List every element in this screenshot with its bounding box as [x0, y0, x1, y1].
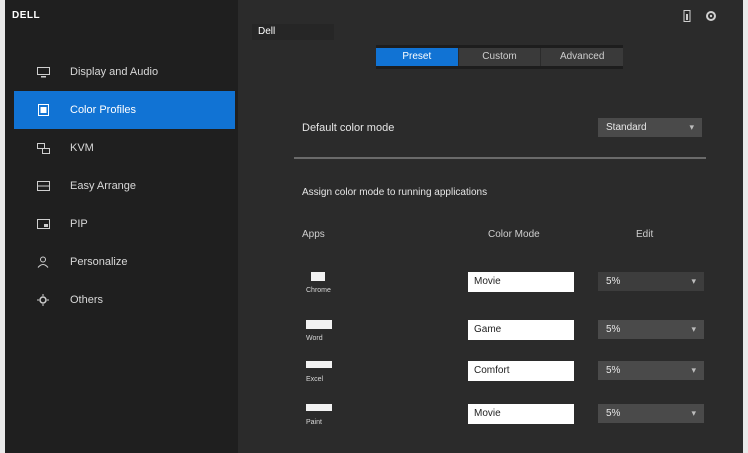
settings-icon[interactable] [705, 10, 717, 25]
edit-select[interactable]: 5% ▾ [598, 404, 704, 423]
sidebar: DELL Display and Audio Color Profiles KV… [5, 0, 238, 453]
edit-value: 5% [606, 408, 621, 419]
palette-icon [36, 103, 50, 117]
info-icon[interactable] [683, 10, 691, 25]
app-logo: DELL [12, 10, 41, 21]
table-row: Paint 5% ▾ [302, 402, 712, 432]
sidebar-item-label: Color Profiles [70, 104, 137, 116]
color-mode-field[interactable] [468, 320, 574, 340]
chevron-down-icon: ▾ [689, 122, 694, 132]
chevron-down-icon: ▾ [691, 276, 696, 286]
sidebar-item-label: KVM [70, 142, 94, 154]
display-icon [36, 65, 50, 79]
table-row: Word 5% ▾ [302, 318, 712, 348]
sidebar-item-label: Personalize [70, 256, 128, 268]
sidebar-item-easy-arrange[interactable]: Easy Arrange [14, 167, 235, 205]
column-header-edit: Edit [636, 229, 654, 240]
sidebar-item-kvm[interactable]: KVM [14, 129, 235, 167]
pip-icon [36, 217, 50, 231]
color-mode-field[interactable] [468, 404, 574, 424]
app-thumbnail: Chrome [302, 270, 338, 300]
edit-value: 5% [606, 324, 621, 335]
gear-icon [36, 293, 50, 307]
header-icons [683, 10, 717, 25]
sidebar-item-others[interactable]: Others [14, 281, 235, 319]
app-name: Word [306, 335, 323, 342]
table-row: Chrome 5% ▾ [302, 270, 712, 300]
app-thumbnail: Word [302, 318, 338, 348]
tab-custom[interactable]: Custom [457, 48, 541, 66]
chevron-down-icon: ▾ [691, 408, 696, 418]
sidebar-nav: Display and Audio Color Profiles KVM Eas… [14, 53, 235, 319]
app-section-title: Assign color mode to running application… [302, 187, 488, 198]
edit-select[interactable]: 5% ▾ [598, 272, 704, 291]
edit-value: 5% [606, 365, 621, 376]
app-thumbnail: Excel [302, 359, 338, 389]
app-name: Paint [306, 419, 322, 426]
sidebar-item-label: Display and Audio [70, 66, 159, 78]
chevron-down-icon: ▾ [691, 324, 696, 334]
app-name: Excel [306, 376, 324, 383]
column-header-apps: Apps [302, 229, 325, 240]
default-color-mode-label: Default color mode [302, 122, 395, 134]
tab-preset[interactable]: Preset [376, 48, 458, 66]
layout-icon [36, 179, 50, 193]
sidebar-item-color-profiles[interactable]: Color Profiles [14, 91, 235, 129]
default-color-mode-value: Standard [606, 122, 647, 133]
chevron-down-icon: ▾ [691, 365, 696, 375]
app-window: DELL Display and Audio Color Profiles KV… [5, 0, 743, 453]
edit-select[interactable]: 5% ▾ [598, 320, 704, 339]
person-icon [36, 255, 50, 269]
table-row: Excel 5% ▾ [302, 359, 712, 389]
monitor-selector[interactable]: Dell [252, 24, 334, 40]
column-header-color-mode: Color Mode [488, 229, 540, 240]
profile-tabs: Preset Custom Advanced [376, 45, 624, 69]
edit-select[interactable]: 5% ▾ [598, 361, 704, 380]
color-mode-field[interactable] [468, 361, 574, 381]
edit-value: 5% [606, 276, 621, 287]
section-divider [294, 157, 706, 159]
color-mode-field[interactable] [468, 272, 574, 292]
app-name: Chrome [306, 287, 331, 294]
main-panel: Dell Preset Custom Advanced Default colo… [238, 0, 743, 453]
kvm-icon [36, 141, 50, 155]
sidebar-item-display-audio[interactable]: Display and Audio [14, 53, 235, 91]
sidebar-item-label: Easy Arrange [70, 180, 137, 192]
default-color-mode-select[interactable]: Standard ▾ [598, 118, 702, 137]
sidebar-item-pip[interactable]: PIP [14, 205, 235, 243]
sidebar-item-label: Others [70, 294, 104, 306]
tab-advanced[interactable]: Advanced [540, 48, 624, 66]
sidebar-item-personalize[interactable]: Personalize [14, 243, 235, 281]
app-thumbnail: Paint [302, 402, 338, 432]
sidebar-item-label: PIP [70, 218, 88, 230]
